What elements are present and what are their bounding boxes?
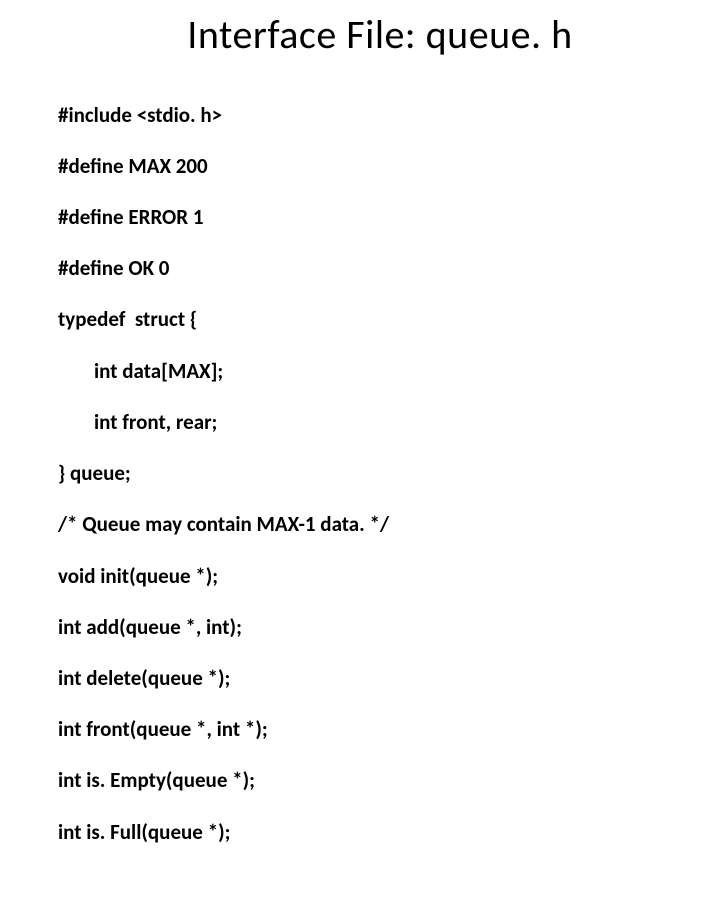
- slide-title: Interface File: queue. h: [0, 0, 720, 59]
- code-line: int data[MAX];: [58, 359, 720, 385]
- code-line: #include <stdio. h>: [58, 103, 720, 129]
- code-line: int front(queue *, int *);: [58, 717, 720, 743]
- code-block: #include <stdio. h> #define MAX 200 #def…: [0, 59, 720, 897]
- code-line: int delete(queue *);: [58, 666, 720, 692]
- code-line: int add(queue *, int);: [58, 615, 720, 641]
- code-line: typedef struct {: [58, 307, 720, 333]
- code-line: int front, rear;: [58, 410, 720, 436]
- code-line: /* Queue may contain MAX-1 data. */: [58, 512, 720, 538]
- code-line: #define MAX 200: [58, 154, 720, 180]
- slide: Interface File: queue. h #include <stdio…: [0, 0, 720, 540]
- code-line: #define ERROR 1: [58, 205, 720, 231]
- code-line: int is. Empty(queue *);: [58, 768, 720, 794]
- code-line: void init(queue *);: [58, 564, 720, 590]
- code-line: } queue;: [58, 461, 720, 487]
- code-line: int is. Full(queue *);: [58, 820, 720, 846]
- code-line: #define OK 0: [58, 256, 720, 282]
